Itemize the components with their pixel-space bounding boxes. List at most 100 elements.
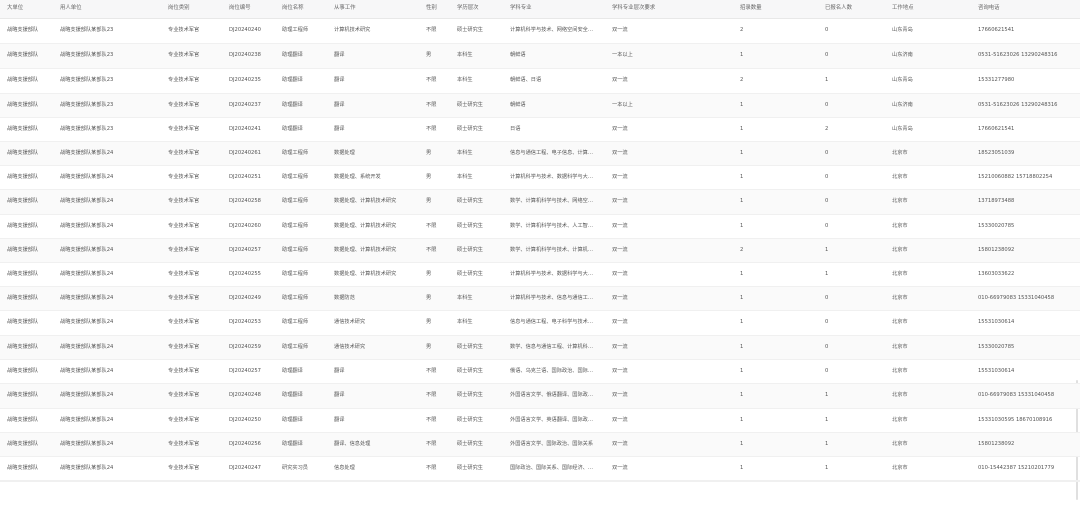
header-phone: 咨询电话 <box>978 5 1000 12</box>
cell-major: 计算机科学与技术、信息与通信工… <box>510 294 594 301</box>
cell-post-id: DJ20240248 <box>229 392 261 399</box>
cell-applicants: 0 <box>825 27 829 34</box>
cell-gender: 不限 <box>426 464 437 471</box>
cell-category: 专业技术军官 <box>168 416 200 423</box>
cell-location: 北京市 <box>892 246 908 253</box>
cell-employer: 战略支援部队某部队24 <box>60 367 114 374</box>
cell-employer: 战略支援部队某部队23 <box>60 52 114 59</box>
table-row[interactable]: 战略支援部队 战略支援部队某部队23 专业技术军官 DJ20240238 助理翻译 翻译 男… <box>0 44 1080 69</box>
cell-unit: 战略支援部队 <box>7 343 39 350</box>
header-post-id: 岗位编号 <box>229 5 251 12</box>
table-row[interactable]: 战略支援部队 战略支援部队某部队24 专业技术军官 DJ20240260 助理工程师 数据… <box>0 215 1080 239</box>
cell-employer: 战略支援部队某部队24 <box>60 416 114 423</box>
header-major: 学科专业 <box>510 5 532 12</box>
cell-post-id: DJ20240257 <box>229 246 261 253</box>
cell-unit: 战略支援部队 <box>7 416 39 423</box>
cell-major-req: 双一流 <box>612 343 628 350</box>
table-row[interactable]: 战略支援部队 战略支援部队某部队23 专业技术军官 DJ20240237 助理翻译 翻译 不… <box>0 94 1080 118</box>
cell-major-req: 一本以上 <box>612 52 633 59</box>
cell-gender: 不限 <box>426 125 437 132</box>
cell-category: 专业技术军官 <box>168 222 200 229</box>
cell-employer: 战略支援部队某部队24 <box>60 173 114 180</box>
cell-category: 专业技术军官 <box>168 343 200 350</box>
cell-employer: 战略支援部队某部队24 <box>60 392 114 399</box>
cell-applicants: 0 <box>825 343 829 350</box>
cell-work: 翻译 <box>334 416 345 423</box>
cell-education: 硕士研究生 <box>457 440 483 447</box>
table-row[interactable]: 战略支援部队 战略支援部队某部队24 专业技术军官 DJ20240255 助理工程师 数据… <box>0 263 1080 287</box>
cell-quota: 1 <box>740 464 744 471</box>
cell-major-req: 双一流 <box>612 77 628 84</box>
cell-gender: 不限 <box>426 27 437 34</box>
header-work: 从事工作 <box>334 5 356 12</box>
cell-location: 北京市 <box>892 367 908 374</box>
cell-post-id: DJ20240261 <box>229 149 261 156</box>
cell-post-id: DJ20240240 <box>229 27 261 34</box>
cell-quota: 1 <box>740 270 744 277</box>
table-row[interactable]: 战略支援部队 战略支援部队某部队24 专业技术军官 DJ20240249 助理工程师 数据… <box>0 287 1080 311</box>
cell-education: 硕士研究生 <box>457 392 483 399</box>
cell-education: 硕士研究生 <box>457 246 483 253</box>
table-row[interactable]: 战略支援部队 战略支援部队某部队24 专业技术军官 DJ20240261 助理工程师 数据… <box>0 142 1080 166</box>
cell-major: 国际政治、国际关系、国际经济、… <box>510 464 594 471</box>
table-row[interactable]: 战略支援部队 战略支援部队某部队23 专业技术军官 DJ20240235 助理翻译 翻译 不… <box>0 69 1080 94</box>
table-row[interactable]: 战略支援部队 战略支援部队某部队24 专业技术军官 DJ20240258 助理工程师 数据… <box>0 190 1080 215</box>
table-row[interactable]: 战略支援部队 战略支援部队某部队24 专业技术军官 DJ20240248 助理翻译 翻译 不… <box>0 384 1080 409</box>
cell-applicants: 0 <box>825 222 829 229</box>
cell-phone: 17660621541 <box>978 27 1015 34</box>
cell-gender: 不限 <box>426 367 437 374</box>
cell-phone: 15210060882 15718802254 <box>978 173 1053 180</box>
cell-post-id: DJ20240258 <box>229 198 261 205</box>
cell-phone: 15531030614 <box>978 319 1015 326</box>
table-row[interactable]: 战略支援部队 战略支援部队某部队24 专业技术军官 DJ20240250 助理翻译 翻译 不… <box>0 409 1080 433</box>
header-unit: 大单位 <box>7 5 24 12</box>
table-row[interactable]: 战略支援部队 战略支援部队某部队24 专业技术军官 DJ20240256 助理翻译 翻译、… <box>0 433 1080 457</box>
cell-location: 北京市 <box>892 173 908 180</box>
cell-work: 翻译 <box>334 125 345 132</box>
table-row[interactable]: 战略支援部队 战略支援部队某部队24 专业技术军官 DJ20240247 研究实习员 信息… <box>0 457 1080 481</box>
cell-education: 本科生 <box>457 149 473 156</box>
cell-work: 数据防范 <box>334 294 355 301</box>
cell-employer: 战略支援部队某部队24 <box>60 222 114 229</box>
cell-post-name: 助理工程师 <box>282 149 308 156</box>
cell-major: 信息与通信工程、电子科学与技术… <box>510 319 594 326</box>
cell-work: 翻译 <box>334 101 345 108</box>
cell-work: 数据处理、系统开发 <box>334 173 381 180</box>
table-row[interactable]: 战略支援部队战略支援部队某部队24专业技术军官DJ20240246研究实习员信息… <box>0 481 1080 482</box>
table-row[interactable]: 战略支援部队 战略支援部队某部队23 专业技术军官 DJ20240240 助理工程师 计算… <box>0 19 1080 44</box>
cell-employer: 战略支援部队某部队24 <box>60 149 114 156</box>
cell-location: 北京市 <box>892 343 908 350</box>
cell-major: 日语 <box>510 125 521 132</box>
cell-employer: 战略支援部队某部队24 <box>60 270 114 277</box>
table-row[interactable]: 战略支援部队 战略支援部队某部队24 专业技术军官 DJ20240257 助理工程师 数据… <box>0 239 1080 263</box>
cell-post-id: DJ20240253 <box>229 319 261 326</box>
table-row[interactable]: 战略支援部队 战略支援部队某部队24 专业技术军官 DJ20240251 助理工程师 数据… <box>0 166 1080 190</box>
cell-phone: 15531030614 <box>978 367 1015 374</box>
cell-gender: 男 <box>426 198 432 205</box>
cell-category: 专业技术军官 <box>168 52 200 59</box>
cell-phone: 15801238092 <box>978 440 1015 447</box>
cell-major-req: 双一流 <box>612 440 628 447</box>
table-row[interactable]: 战略支援部队 战略支援部队某部队24 专业技术军官 DJ20240259 助理工程师 通信… <box>0 336 1080 360</box>
cell-quota: 2 <box>740 246 744 253</box>
table-row[interactable]: 战略支援部队 战略支援部队某部队23 专业技术军官 DJ20240241 助理翻译 翻译 不… <box>0 118 1080 142</box>
table-row[interactable]: 战略支援部队 战略支援部队某部队24 专业技术军官 DJ20240257 助理翻译 翻译 不… <box>0 360 1080 384</box>
cell-major: 朝鲜语 <box>510 101 526 108</box>
cell-major: 外国语言文学、国际政治、国际关系 <box>510 440 594 447</box>
cell-employer: 战略支援部队某部队24 <box>60 440 114 447</box>
cell-work: 通信技术研究 <box>334 343 366 350</box>
cell-phone: 18523051039 <box>978 149 1015 156</box>
cell-major-req: 双一流 <box>612 367 628 374</box>
cell-phone: 15330020785 <box>978 222 1015 229</box>
cell-employer: 战略支援部队某部队23 <box>60 101 114 108</box>
cell-post-name: 助理翻译 <box>282 440 303 447</box>
cell-quota: 1 <box>740 367 744 374</box>
cell-applicants: 0 <box>825 198 829 205</box>
table-row[interactable]: 战略支援部队 战略支援部队某部队24 专业技术军官 DJ20240253 助理工程师 通信… <box>0 311 1080 336</box>
cell-major: 朝鲜语 <box>510 52 526 59</box>
cell-major-req: 双一流 <box>612 27 628 34</box>
header-location: 工作地点 <box>892 5 914 12</box>
cell-post-name: 助理工程师 <box>282 222 308 229</box>
cell-applicants: 1 <box>825 440 829 447</box>
cell-quota: 1 <box>740 319 744 326</box>
